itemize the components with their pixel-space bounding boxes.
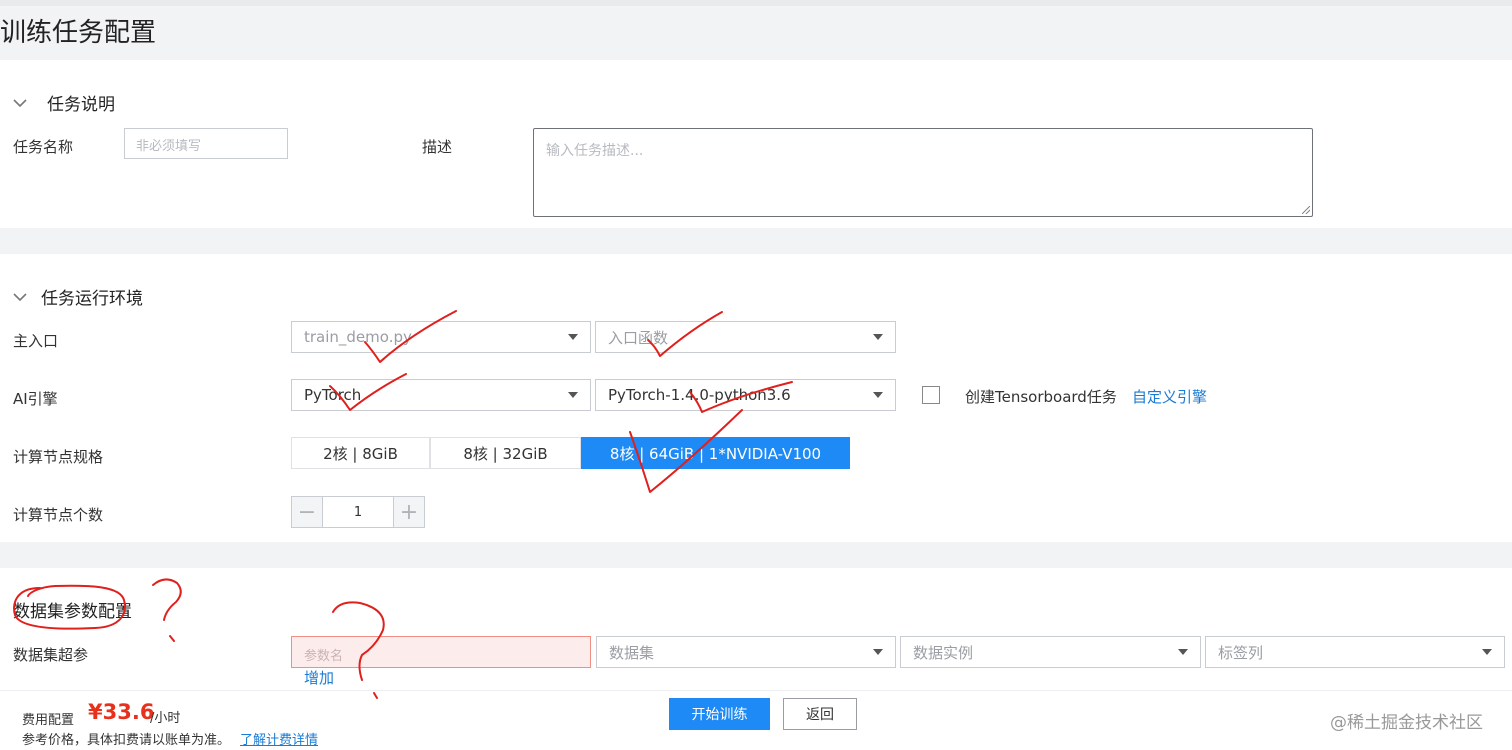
node-count-label: 计算节点个数: [13, 506, 104, 524]
param-name-input[interactable]: 参数名: [291, 636, 591, 668]
back-button[interactable]: 返回: [783, 698, 857, 730]
custom-engine-link[interactable]: 自定义引擎: [1132, 386, 1207, 407]
engine-label: AI引擎: [13, 390, 58, 408]
caret-down-icon: [873, 392, 883, 398]
caret-down-icon: [1178, 649, 1188, 655]
dataset-instance-select[interactable]: 数据实例: [900, 636, 1201, 668]
entry-file-value: train_demo.py: [304, 328, 412, 346]
description-textarea[interactable]: 输入任务描述...: [533, 128, 1313, 217]
section-title: 任务运行环境: [41, 289, 143, 309]
node-count-stepper[interactable]: − 1 +: [291, 496, 425, 528]
spec-option[interactable]: 2核 | 8GiB: [291, 437, 430, 469]
tensorboard-label: 创建Tensorboard任务: [965, 388, 1117, 406]
entry-function-placeholder: 入口函数: [608, 328, 669, 347]
description-label: 描述: [422, 138, 453, 156]
caret-down-icon: [873, 334, 883, 340]
chevron-down-icon: [13, 292, 27, 301]
dataset-placeholder: 数据集: [609, 643, 655, 662]
engine-select[interactable]: PyTorch: [291, 379, 591, 411]
add-param-link[interactable]: 增加: [304, 667, 334, 688]
minus-icon[interactable]: −: [292, 497, 322, 527]
tensorboard-checkbox[interactable]: [922, 386, 940, 404]
instance-placeholder: 数据实例: [913, 643, 974, 662]
resize-grip-icon[interactable]: [1302, 206, 1310, 214]
dataset-select[interactable]: 数据集: [596, 636, 896, 668]
cost-value: ¥33.6: [88, 700, 155, 724]
pricing-details-link[interactable]: 了解计费详情: [240, 729, 318, 748]
runtime-header[interactable]: 任务运行环境: [13, 284, 143, 309]
section-title: 数据集参数配置: [13, 602, 132, 622]
caret-down-icon: [873, 649, 883, 655]
spec-option[interactable]: 8核 | 32GiB: [430, 437, 581, 469]
dataset-header: 数据集参数配置: [13, 597, 132, 622]
plus-icon[interactable]: +: [394, 497, 424, 527]
entry-function-select[interactable]: 入口函数: [595, 321, 896, 353]
engine-value: PyTorch: [304, 386, 362, 404]
price-note: 参考价格，具体扣费请以账单为准。: [22, 733, 231, 748]
cost-unit: /小时: [150, 711, 181, 726]
label-column-select[interactable]: 标签列: [1205, 636, 1505, 668]
engine-version-value: PyTorch-1.4.0-python3.6: [608, 386, 791, 404]
spec-option-selected[interactable]: 8核 | 64GiB | 1*NVIDIA-V100: [581, 437, 850, 469]
caret-down-icon: [568, 392, 578, 398]
task-description-header[interactable]: 任务说明: [13, 90, 115, 115]
caret-down-icon: [568, 334, 578, 340]
task-name-input[interactable]: 非必须填写: [124, 128, 288, 159]
node-count-value[interactable]: 1: [322, 497, 394, 527]
section-title: 任务说明: [47, 95, 115, 115]
page-title: 训练任务配置: [0, 18, 157, 48]
top-strip: [0, 0, 1512, 6]
entry-file-select[interactable]: train_demo.py: [291, 321, 591, 353]
start-training-button[interactable]: 开始训练: [669, 698, 770, 730]
chevron-down-icon: [13, 98, 27, 107]
watermark: @稀土掘金技术社区: [1330, 713, 1483, 733]
description-placeholder: 输入任务描述...: [546, 143, 644, 159]
caret-down-icon: [1482, 649, 1492, 655]
engine-version-select[interactable]: PyTorch-1.4.0-python3.6: [595, 379, 896, 411]
label-column-placeholder: 标签列: [1218, 643, 1264, 662]
dataset-hyper-label: 数据集超参: [13, 646, 89, 664]
task-name-label: 任务名称: [13, 138, 74, 156]
entry-label: 主入口: [13, 332, 59, 350]
spec-label: 计算节点规格: [13, 448, 104, 466]
cost-label: 费用配置: [22, 713, 75, 728]
